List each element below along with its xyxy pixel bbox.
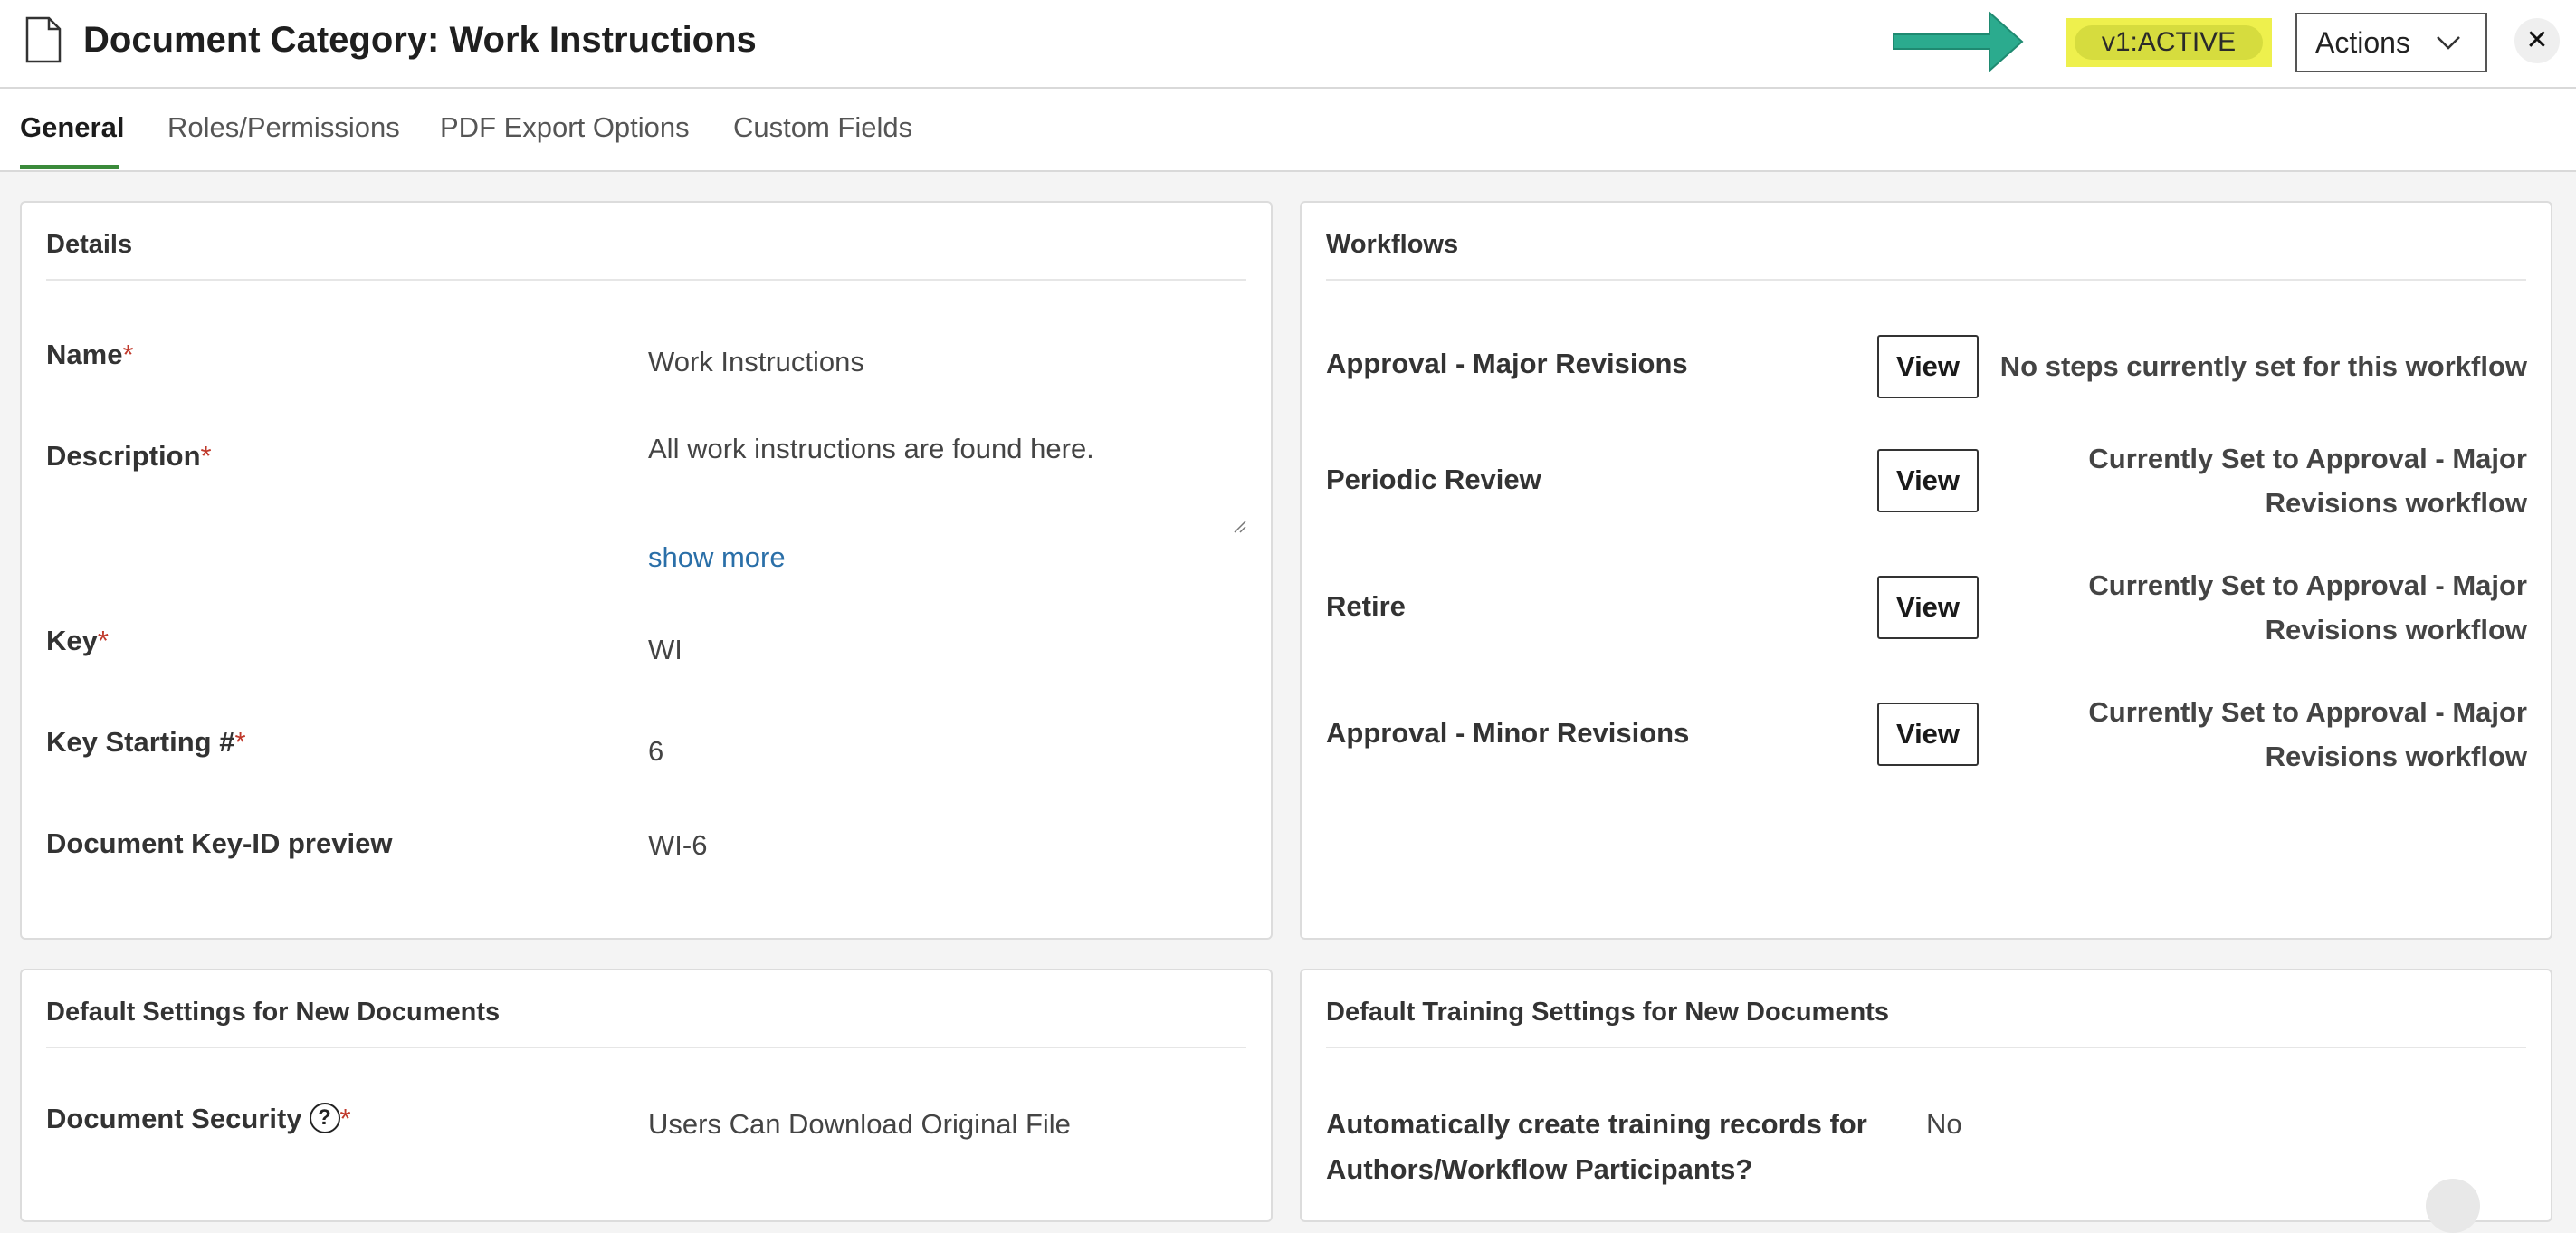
tab-roles-permissions[interactable]: Roles/Permissions <box>167 109 400 147</box>
document-security-value[interactable]: Users Can Download Original File <box>648 1108 1071 1141</box>
actions-label: Actions <box>2315 26 2410 59</box>
default-settings-card: Default Settings for New Documents Docum… <box>20 969 1273 1222</box>
key-starting-label: Key Starting #* <box>46 726 246 758</box>
close-icon: ✕ <box>2525 25 2549 55</box>
workflow-status: Currently Set to Approval - Major Revisi… <box>2088 569 2527 645</box>
view-workflow-button[interactable]: View <box>1877 703 1979 766</box>
workflows-title: Workflows <box>1326 230 1459 259</box>
help-icon[interactable]: ? <box>309 1103 340 1133</box>
page-header: Document Category: Work Instructions v1:… <box>0 0 2576 89</box>
workflow-status: Currently Set to Approval - Major Revisi… <box>2088 443 2527 519</box>
workflows-card: Workflows Approval - Major Revisions Vie… <box>1300 201 2552 940</box>
workflow-name: Periodic Review <box>1326 464 1541 495</box>
view-workflow-button[interactable]: View <box>1877 576 1979 639</box>
chevron-down-icon <box>2437 36 2460 50</box>
tab-custom-fields[interactable]: Custom Fields <box>733 109 912 147</box>
show-more-link[interactable]: show more <box>648 541 786 574</box>
scroll-to-top-button[interactable] <box>2426 1179 2480 1233</box>
view-workflow-button[interactable]: View <box>1877 449 1979 512</box>
document-icon <box>25 16 62 63</box>
actions-dropdown-button[interactable]: Actions <box>2295 13 2487 72</box>
active-tab-indicator <box>20 165 119 169</box>
document-security-label: Document Security? * <box>46 1103 351 1134</box>
key-id-preview-value: WI-6 <box>648 829 708 861</box>
divider <box>1326 279 2526 281</box>
training-settings-title: Default Training Settings for New Docume… <box>1326 998 1889 1027</box>
tab-pdf-export-options[interactable]: PDF Export Options <box>440 109 690 147</box>
divider <box>46 279 1246 281</box>
name-label: Name* <box>46 339 134 370</box>
status-badge: v1:ACTIVE <box>2075 25 2263 60</box>
divider <box>46 1047 1246 1048</box>
training-settings-card: Default Training Settings for New Docume… <box>1300 969 2552 1222</box>
tab-general[interactable]: General <box>20 109 124 147</box>
description-field[interactable]: All work instructions are found here. <box>648 433 1094 465</box>
workflow-name: Approval - Minor Revisions <box>1326 717 1690 749</box>
textarea-resize-handle[interactable] <box>1233 520 1247 534</box>
auto-training-label-line2: Authors/Workflow Participants? <box>1326 1153 1753 1185</box>
details-title: Details <box>46 230 133 259</box>
key-label: Key* <box>46 625 109 656</box>
details-card: Details Name* Work Instructions Descript… <box>20 201 1273 940</box>
page-title: Document Category: Work Instructions <box>83 20 757 60</box>
name-field[interactable]: Work Instructions <box>648 346 864 378</box>
workflow-name: Approval - Major Revisions <box>1326 348 1688 379</box>
key-starting-field[interactable]: 6 <box>648 735 663 768</box>
workflow-name: Retire <box>1326 590 1406 622</box>
tab-bar: General Roles/Permissions PDF Export Opt… <box>0 89 2576 172</box>
auto-training-value[interactable]: No <box>1926 1108 1962 1141</box>
divider <box>1326 1047 2526 1048</box>
auto-training-label-line1: Automatically create training records fo… <box>1326 1108 1867 1140</box>
key-field[interactable]: WI <box>648 634 682 666</box>
workflow-status: Currently Set to Approval - Major Revisi… <box>2088 696 2527 772</box>
arrow-right-icon <box>1893 10 2024 73</box>
description-label: Description* <box>46 440 212 472</box>
close-button[interactable]: ✕ <box>2514 18 2560 63</box>
key-id-preview-label: Document Key-ID preview <box>46 827 393 859</box>
default-settings-title: Default Settings for New Documents <box>46 998 501 1027</box>
workflow-status: No steps currently set for this workflow <box>1999 350 2527 382</box>
